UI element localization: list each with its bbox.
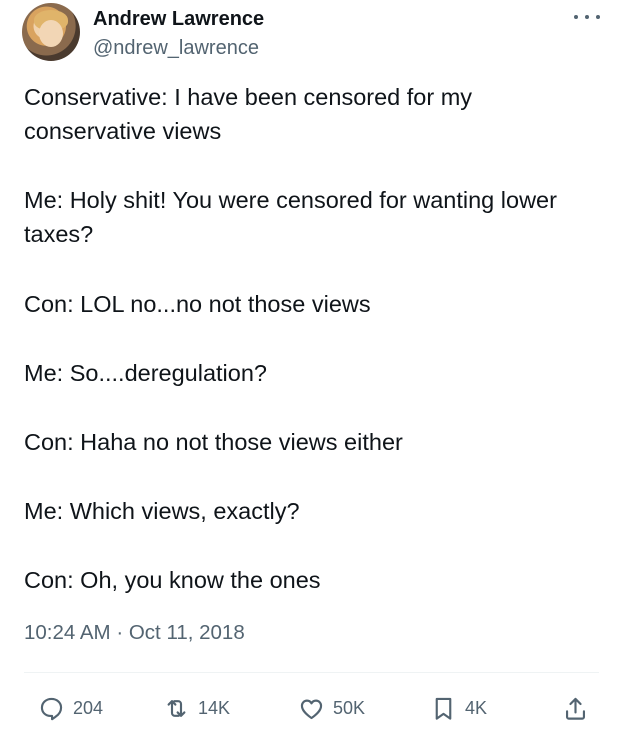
retweet-button[interactable]: 14K <box>163 688 230 728</box>
bookmark-count: 4K <box>465 697 488 718</box>
more-options-icon[interactable] <box>574 7 600 27</box>
reply-icon <box>40 697 63 720</box>
tweet-paragraph: Me: Which views, exactly? <box>24 498 300 524</box>
retweet-count: 14K <box>198 697 231 718</box>
tweet-timestamp[interactable]: 10:24 AM · Oct 11, 2018 <box>24 619 245 647</box>
share-button[interactable] <box>562 688 589 728</box>
more-dot <box>596 15 600 19</box>
tweet-paragraph: Con: LOL no...no not those views <box>24 291 371 317</box>
action-bar: 204 14K 50K 4K <box>0 688 622 728</box>
like-count: 50K <box>333 697 366 718</box>
more-dot <box>585 15 589 19</box>
avatar-face <box>39 20 63 47</box>
bookmark-button[interactable]: 4K <box>430 688 487 728</box>
tweet-header: Andrew Lawrence @ndrew_lawrence <box>22 3 602 63</box>
author-name[interactable]: Andrew Lawrence <box>93 6 264 32</box>
like-button[interactable]: 50K <box>298 688 365 728</box>
reply-count: 204 <box>73 697 104 718</box>
more-dot <box>574 15 578 19</box>
tweet-paragraph: Conservative: I have been censored for m… <box>24 84 473 144</box>
avatar[interactable] <box>22 3 80 61</box>
author-handle[interactable]: @ndrew_lawrence <box>93 35 259 61</box>
tweet-paragraph: Con: Oh, you know the ones <box>24 567 321 593</box>
tweet-paragraph: Me: So....deregulation? <box>24 360 267 386</box>
heart-icon <box>300 699 323 719</box>
tweet-date: Oct 11, 2018 <box>128 621 245 644</box>
tweet-time: 10:24 AM <box>24 621 111 644</box>
retweet-icon <box>167 699 186 717</box>
bookmark-icon <box>435 697 452 720</box>
share-icon <box>565 697 586 720</box>
tweet-paragraph: Con: Haha no not those views either <box>24 429 403 455</box>
timestamp-separator: · <box>116 621 124 644</box>
reply-button[interactable]: 204 <box>38 688 103 728</box>
divider <box>24 672 599 673</box>
tweet-paragraph: Me: Holy shit! You were censored for wan… <box>24 187 557 247</box>
